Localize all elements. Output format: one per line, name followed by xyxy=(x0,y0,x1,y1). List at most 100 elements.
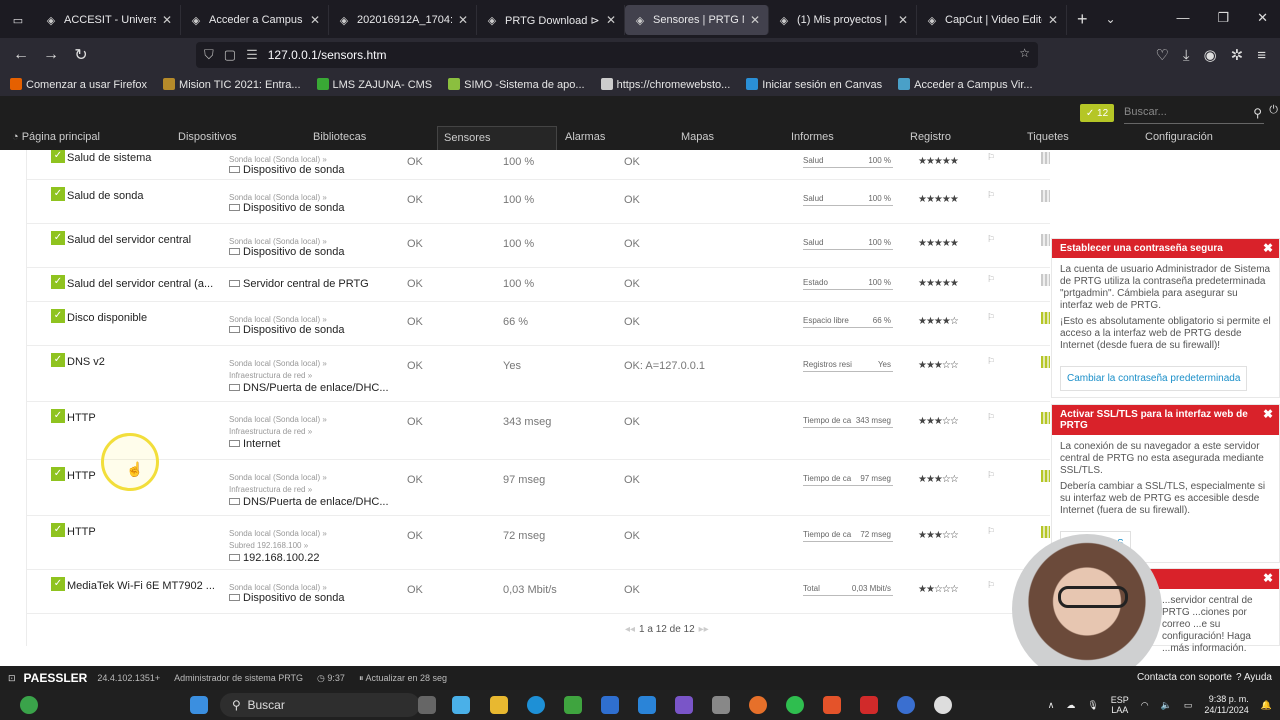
priority-stars[interactable]: ★★☆☆☆ xyxy=(918,584,959,595)
tab-1[interactable]: ◈Acceder a Campus Vir✕ xyxy=(181,5,329,35)
taskbar-search[interactable]: ⚲ Buscar xyxy=(220,693,420,717)
priority-stars[interactable]: ★★★☆☆ xyxy=(918,416,959,427)
start-icon[interactable] xyxy=(190,696,208,714)
table-row[interactable]: ✓ HTTP Sonda local (Sonda local) » Subred 1… xyxy=(27,516,1050,570)
nav-3[interactable]: Sensores xyxy=(437,126,557,150)
flag-icon[interactable]: ⚐ xyxy=(987,356,995,367)
device-link[interactable]: Dispositivo de sonda xyxy=(229,202,345,214)
menu-icon[interactable]: ≡ xyxy=(1257,47,1266,64)
sensor-name[interactable]: Salud del servidor central xyxy=(67,234,191,246)
device-link[interactable]: DNS/Puerta de enlace/DHC... xyxy=(229,496,389,508)
tab-6[interactable]: ◈ CapCut | Video Editor ✕ xyxy=(917,5,1067,35)
sensor-name[interactable]: Salud de sistema xyxy=(67,152,151,164)
account-icon[interactable]: ◉ xyxy=(1204,46,1217,64)
chevron-up-icon[interactable]: ∧ xyxy=(1048,700,1055,711)
priority-stars[interactable]: ★★★☆☆ xyxy=(918,474,959,485)
settings-icon[interactable] xyxy=(897,696,915,714)
flag-icon[interactable]: ⚐ xyxy=(987,470,995,481)
tab-overflow-chevron-icon[interactable]: ⌄ xyxy=(1106,12,1116,26)
sensor-name[interactable]: MediaTek Wi-Fi 6E MT7902 ... xyxy=(67,580,215,592)
bookmark-item[interactable]: Acceder a Campus Vir... xyxy=(898,77,1033,91)
sensor-name[interactable]: HTTP xyxy=(67,470,96,482)
nav-7[interactable]: Registro xyxy=(910,131,951,143)
teams-icon[interactable] xyxy=(675,696,693,714)
flag-icon[interactable]: ⚐ xyxy=(987,274,995,285)
device-link[interactable]: Dispositivo de sonda xyxy=(229,164,345,176)
parent-group[interactable]: Infraestructura de red » xyxy=(229,484,312,496)
sensor-name[interactable]: Salud de sonda xyxy=(67,190,143,202)
tab-0[interactable]: ◈ACCESIT - Universidad✕ xyxy=(36,5,181,35)
close-tab-icon[interactable]: ✕ xyxy=(458,13,468,27)
table-row[interactable]: ✓ Salud del servidor central (a... Servido… xyxy=(27,268,1050,302)
sensor-name[interactable]: DNS v2 xyxy=(67,356,105,368)
nav-2[interactable]: Bibliotecas xyxy=(313,131,366,143)
extensions-icon[interactable]: ✲ xyxy=(1231,46,1244,64)
priority-stars[interactable]: ★★★★★ xyxy=(918,278,959,289)
device-link[interactable]: Dispositivo de sonda xyxy=(229,246,345,258)
restore-button[interactable]: ❐ xyxy=(1217,10,1229,26)
user-text[interactable]: Administrador de sistema PRTG xyxy=(174,673,303,683)
nav-4[interactable]: Alarmas xyxy=(565,131,605,143)
forward-button[interactable]: → xyxy=(36,46,66,64)
priority-stars[interactable]: ★★★★★ xyxy=(918,238,959,249)
store-icon[interactable] xyxy=(564,696,582,714)
reload-button[interactable]: ↻ xyxy=(66,45,96,65)
table-row[interactable]: ✓ Disco disponible Sonda local (Sonda loca… xyxy=(27,302,1050,346)
priority-stars[interactable]: ★★★☆☆ xyxy=(918,530,959,541)
close-tab-icon[interactable]: ✕ xyxy=(898,13,908,27)
nav-0[interactable]: ◔ Página principal xyxy=(12,131,100,143)
support-link[interactable]: Contacta con soporte xyxy=(1137,672,1232,683)
flag-icon[interactable]: ⚐ xyxy=(987,152,995,163)
battery-icon[interactable]: ▭ xyxy=(1184,700,1193,711)
url-bar[interactable]: ⛉ ▢ ☰ 127.0.0.1/sensors.htm ☆ xyxy=(196,42,1038,68)
close-window-button[interactable]: ✕ xyxy=(1257,10,1268,26)
copilot-icon[interactable] xyxy=(452,696,470,714)
back-button[interactable]: ← xyxy=(6,46,36,64)
table-row[interactable]: ✓ HTTP Sonda local (Sonda local) » Infraest… xyxy=(27,460,1050,516)
nav-6[interactable]: Informes xyxy=(791,131,834,143)
close-icon[interactable]: ✖ xyxy=(1263,241,1273,255)
bookmark-item[interactable]: SIMO -Sistema de apo... xyxy=(448,77,585,91)
nav-1[interactable]: Dispositivos xyxy=(178,131,237,143)
bookmark-item[interactable]: https://chromewebsto... xyxy=(600,77,730,91)
device-link[interactable]: Dispositivo de sonda xyxy=(229,592,345,604)
search-icon[interactable]: ⚲ xyxy=(1253,106,1262,120)
minimize-button[interactable]: — xyxy=(1176,10,1189,26)
nav-8[interactable]: Tiquetes xyxy=(1027,131,1069,143)
firefox-icon[interactable] xyxy=(749,696,767,714)
parent-group[interactable]: Subred 192.168.100 » xyxy=(229,540,308,552)
language-indicator[interactable]: ESP LAA xyxy=(1111,695,1129,715)
nav-9[interactable]: Configuración xyxy=(1145,131,1213,143)
parent-path[interactable]: Sonda local (Sonda local) » xyxy=(229,528,327,540)
pdf-icon[interactable] xyxy=(860,696,878,714)
table-row[interactable]: ✓ Salud del servidor central Sonda local (… xyxy=(27,224,1050,268)
nav-5[interactable]: Mapas xyxy=(681,131,714,143)
close-icon[interactable]: ✖ xyxy=(1263,571,1273,585)
download-icon[interactable]: ⤓ xyxy=(1183,47,1190,64)
flag-icon[interactable]: ⚐ xyxy=(987,412,995,423)
tab-4[interactable]: ◈Sensores | PRTG Netw✕ xyxy=(625,5,769,35)
refresh-timer[interactable]: ⏸ Actualizar en 28 seg xyxy=(359,673,447,684)
table-row[interactable]: ✓ Salud de sistema Sonda local (Sonda loca… xyxy=(27,150,1050,180)
tab-2[interactable]: ◈202016912A_1704: Pa✕ xyxy=(329,5,477,35)
media-player-icon[interactable] xyxy=(934,696,952,714)
mail-icon[interactable] xyxy=(638,696,656,714)
flag-icon[interactable]: ⚐ xyxy=(987,234,995,245)
change-password-button[interactable]: Cambiar la contraseña predeterminada xyxy=(1060,366,1248,391)
device-link[interactable]: DNS/Puerta de enlace/DHC... xyxy=(229,382,389,394)
priority-stars[interactable]: ★★★★★ xyxy=(918,156,959,167)
priority-stars[interactable]: ★★★★★ xyxy=(918,194,959,205)
priority-stars[interactable]: ★★★★☆ xyxy=(918,316,959,327)
flag-icon[interactable]: ⚐ xyxy=(987,580,995,591)
wifi-icon[interactable]: ◠ xyxy=(1141,700,1149,711)
tab-5[interactable]: ◈ (1) Mis proyectos | ✕ xyxy=(769,5,917,35)
whatsapp-icon[interactable] xyxy=(786,696,804,714)
device-link[interactable]: Internet xyxy=(229,438,280,450)
file-explorer-icon[interactable] xyxy=(490,696,508,714)
tab-3[interactable]: ◈PRTG Download ⊳ Of✕ xyxy=(477,5,625,35)
bookmark-item[interactable]: Iniciar sesión en Canvas xyxy=(746,77,882,91)
priority-stars[interactable]: ★★★☆☆ xyxy=(918,360,959,371)
close-tab-icon[interactable]: ✕ xyxy=(162,13,172,27)
table-row[interactable]: ✓ MediaTek Wi-Fi 6E MT7902 ... Sonda local… xyxy=(27,570,1050,614)
bookmark-item[interactable]: LMS ZAJUNA- CMS xyxy=(316,77,432,91)
